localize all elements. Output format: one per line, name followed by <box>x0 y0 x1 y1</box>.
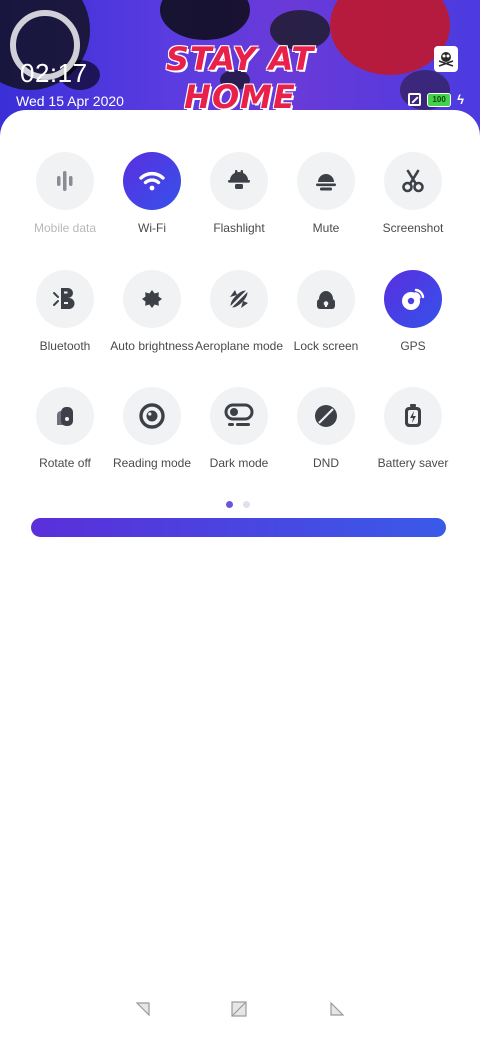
wifi-toggle-button[interactable] <box>123 152 181 210</box>
tile-label: Screenshot <box>382 221 444 235</box>
page-dot-2[interactable] <box>243 501 250 508</box>
bluetooth-toggle-button[interactable] <box>36 270 94 328</box>
reading-mode-toggle-button[interactable] <box>123 387 181 445</box>
tile-label: Lock screen <box>293 339 359 353</box>
tile-rotate-off[interactable]: Rotate off <box>20 387 110 470</box>
status-date[interactable]: Wed 15 Apr 2020 <box>16 93 124 109</box>
mobile-data-icon <box>51 167 79 195</box>
back-icon[interactable] <box>134 1000 154 1020</box>
wallpaper-headline: STAY AT HOME <box>165 40 315 116</box>
page-indicator <box>226 501 250 508</box>
battery-saver-toggle-button[interactable] <box>384 387 442 445</box>
tile-screenshot[interactable]: Screenshot <box>368 152 458 235</box>
tile-auto-brightness[interactable]: Auto brightness <box>107 270 197 353</box>
tile-label: Reading mode <box>112 456 192 470</box>
status-icons: 100 ϟ <box>408 92 464 107</box>
quick-settings-panel: Mobile data Wi-Fi Flashlight Mute Screenshot… <box>0 110 480 1040</box>
tile-wifi[interactable]: Wi-Fi <box>107 152 197 235</box>
tile-label: Aeroplane mode <box>194 339 284 353</box>
gps-toggle-button[interactable] <box>384 270 442 328</box>
status-clock[interactable]: 02:17 <box>20 58 88 89</box>
tile-lock-screen[interactable]: Lock screen <box>281 270 371 353</box>
gps-icon <box>397 283 429 315</box>
flashlight-icon <box>225 167 253 195</box>
tile-dnd[interactable]: DND <box>281 387 371 470</box>
dark-mode-icon <box>223 400 255 432</box>
airplane-icon <box>224 284 254 314</box>
tile-label: Mute <box>312 221 340 235</box>
brightness-slider[interactable] <box>31 518 446 537</box>
tile-label: Bluetooth <box>39 339 91 353</box>
dnd-icon <box>311 401 341 431</box>
home-icon[interactable] <box>230 1000 250 1020</box>
mobile-data-toggle-button[interactable] <box>36 152 94 210</box>
battery-icon: 100 <box>427 92 452 107</box>
lock-screen-toggle-button[interactable] <box>297 270 355 328</box>
charging-icon: ϟ <box>457 92 464 107</box>
flashlight-toggle-button[interactable] <box>210 152 268 210</box>
tile-label: Wi-Fi <box>138 221 166 235</box>
page-dot-1[interactable] <box>226 501 233 508</box>
scissors-icon <box>399 167 427 195</box>
tile-aeroplane-mode[interactable]: Aeroplane mode <box>194 270 284 353</box>
auto-brightness-toggle-button[interactable] <box>123 270 181 328</box>
tile-gps[interactable]: GPS <box>368 270 458 353</box>
tile-label: Mobile data <box>33 221 97 235</box>
tile-mobile-data[interactable]: Mobile data <box>20 152 110 235</box>
mute-toggle-button[interactable] <box>297 152 355 210</box>
screenshot-toggle-button[interactable] <box>384 152 442 210</box>
tile-dark-mode[interactable]: Dark mode <box>194 387 284 470</box>
dnd-toggle-button[interactable] <box>297 387 355 445</box>
tile-reading-mode[interactable]: Reading mode <box>107 387 197 470</box>
sim-signal-icon <box>408 93 422 106</box>
bell-mute-icon <box>312 167 340 195</box>
rotate-off-toggle-button[interactable] <box>36 387 94 445</box>
rotate-lock-icon <box>50 401 80 431</box>
tile-label: Auto brightness <box>110 339 194 353</box>
user-profile-icon[interactable] <box>434 46 458 72</box>
dark-mode-toggle-button[interactable] <box>210 387 268 445</box>
tile-bluetooth[interactable]: Bluetooth <box>20 270 110 353</box>
tile-label: Battery saver <box>377 456 449 470</box>
wifi-icon <box>137 166 167 196</box>
tile-flashlight[interactable]: Flashlight <box>194 152 284 235</box>
eye-icon <box>137 401 167 431</box>
tile-label: Rotate off <box>39 456 91 470</box>
navigation-bar <box>0 990 480 1040</box>
tile-label: Dark mode <box>209 456 269 470</box>
recents-icon[interactable] <box>328 1000 348 1020</box>
brightness-icon <box>140 287 164 311</box>
tile-mute[interactable]: Mute <box>281 152 371 235</box>
tile-battery-saver[interactable]: Battery saver <box>368 387 458 470</box>
tile-label: GPS <box>400 339 426 353</box>
tile-label: DND <box>313 456 339 470</box>
lock-icon <box>312 285 340 313</box>
battery-level: 100 <box>432 95 446 104</box>
tile-label: Flashlight <box>213 221 265 235</box>
bluetooth-icon <box>50 284 80 314</box>
aeroplane-mode-toggle-button[interactable] <box>210 270 268 328</box>
battery-saver-icon <box>399 402 427 430</box>
brightness-slider-fill <box>31 518 446 537</box>
